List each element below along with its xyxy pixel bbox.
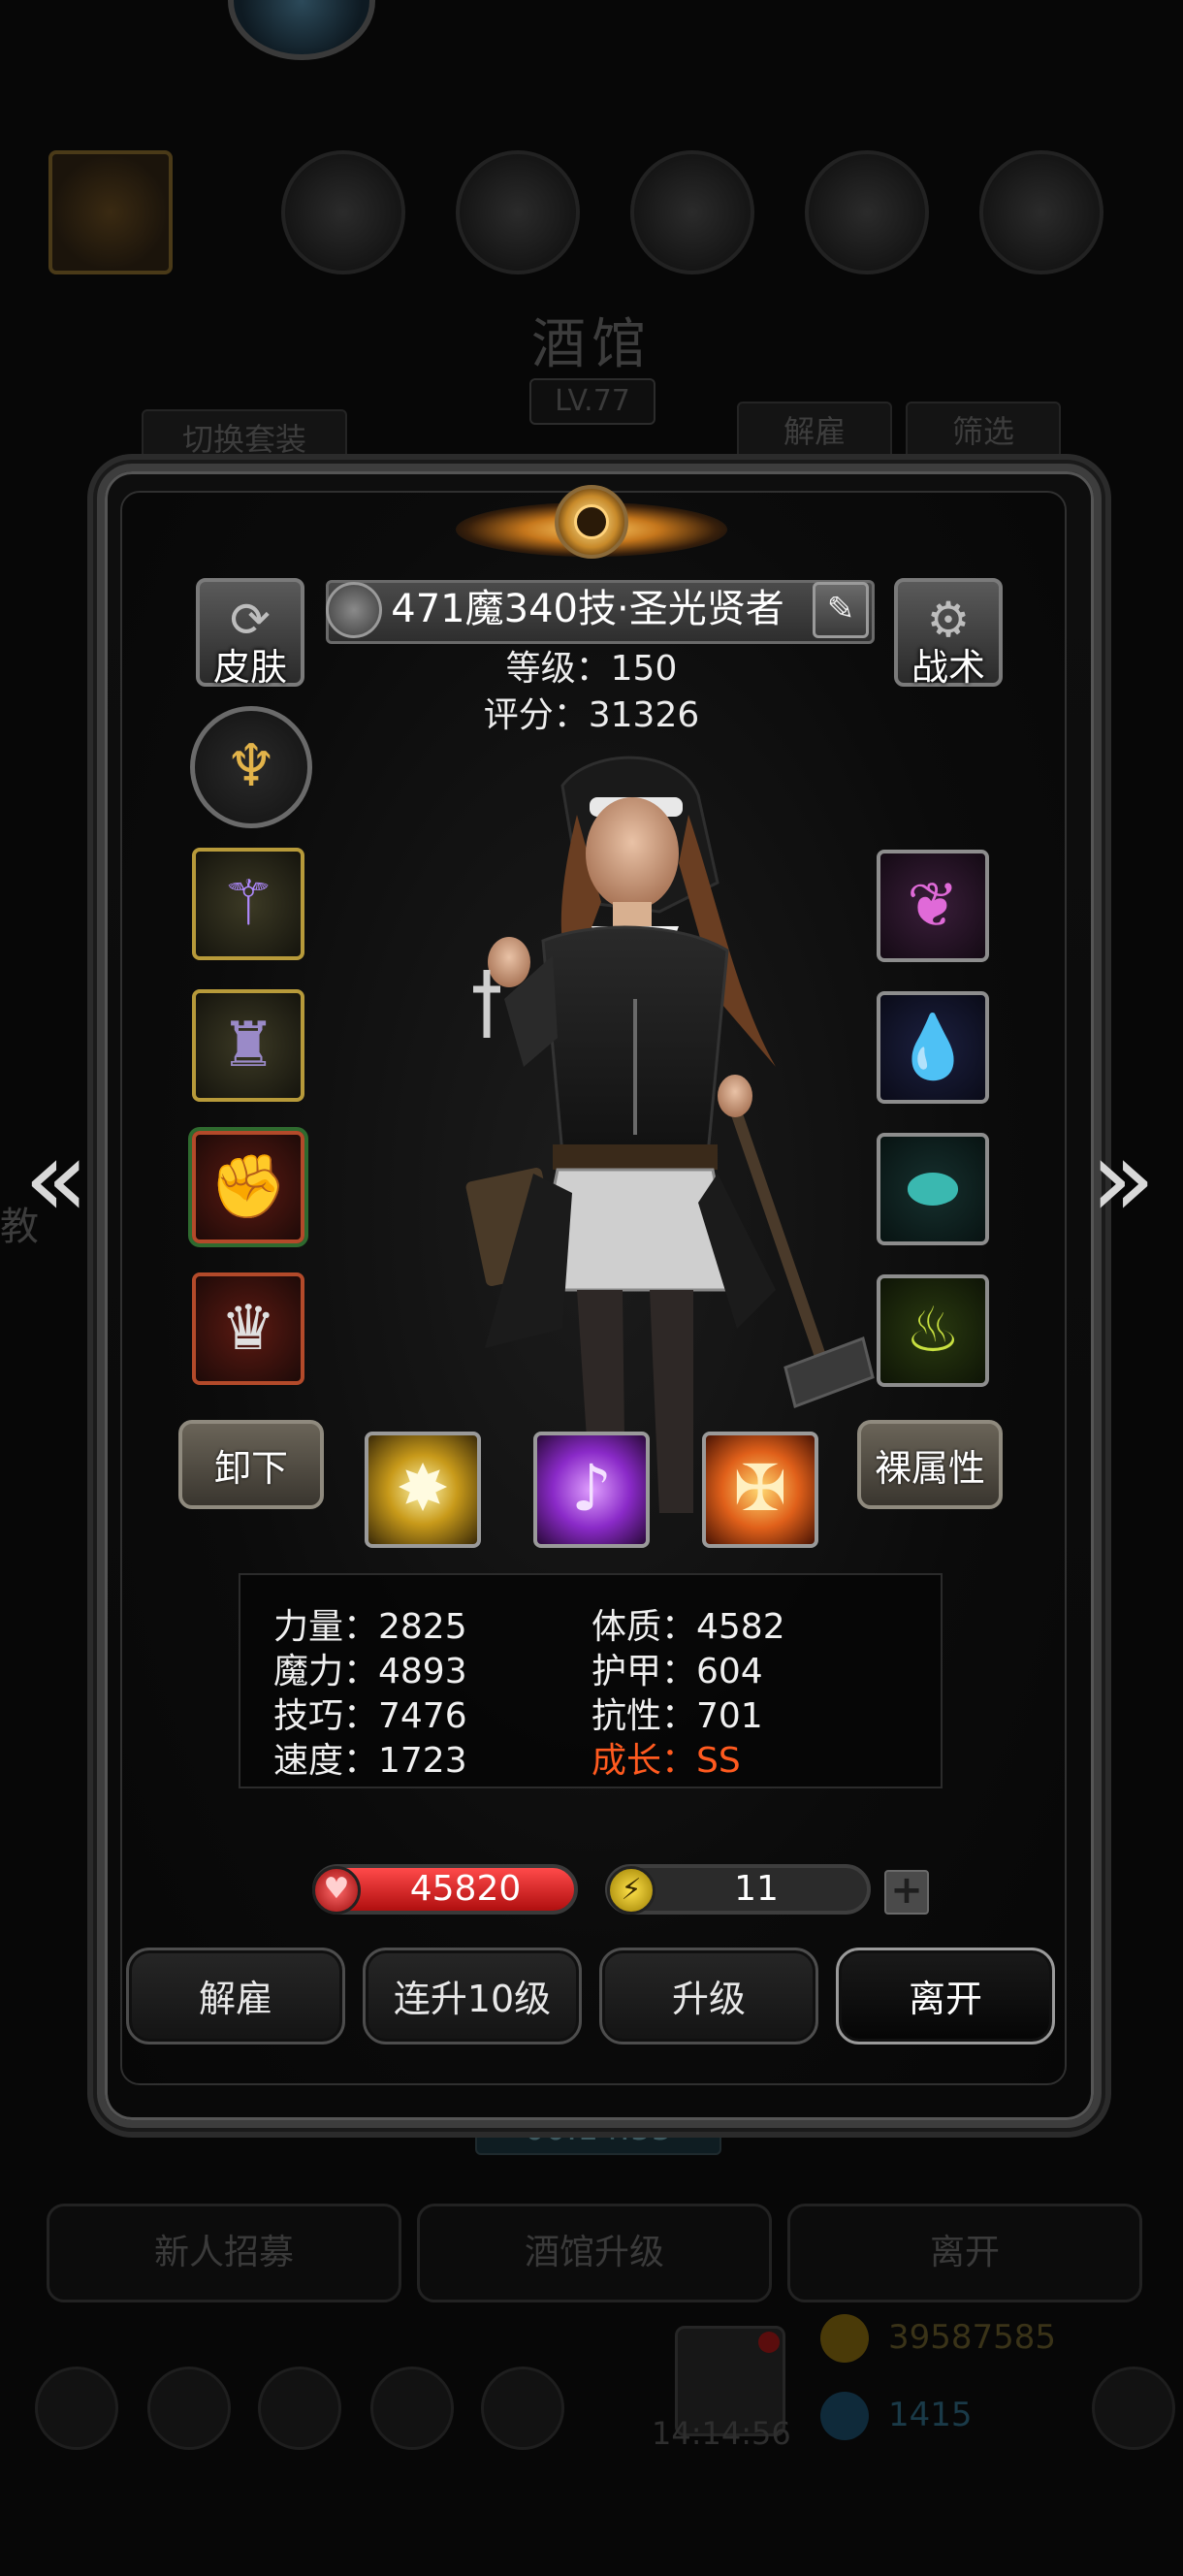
filter-button: 筛选 [906, 402, 1061, 462]
stat-speed: 速度：1723 [273, 1741, 467, 1781]
pencil-icon: ✎ [826, 590, 855, 628]
nav-icon [258, 2367, 341, 2450]
gold-amount: 39587585 [888, 2318, 1057, 2357]
music-note-icon: ♪ [570, 1451, 613, 1526]
background-dismiss-button: 解雇 [737, 402, 892, 462]
weapon-slot[interactable]: ⚚ [192, 848, 304, 960]
stat-constitution: 体质：4582 [592, 1607, 785, 1647]
hp-value: 45820 [409, 1869, 522, 1909]
player-avatar [228, 0, 375, 60]
background-slot [456, 150, 580, 274]
crest-core [574, 504, 609, 539]
edit-name-button[interactable]: ✎ [813, 582, 869, 638]
heart-icon: ♥ [312, 1866, 361, 1915]
nav-icon [481, 2367, 564, 2450]
background-slot [979, 150, 1103, 274]
hero-name: 471魔340技·圣光贤者 [391, 587, 784, 631]
stat-strength: 力量：2825 [273, 1607, 467, 1647]
add-energy-button[interactable]: + [884, 1870, 929, 1915]
background-leave-button: 离开 [787, 2204, 1142, 2302]
wings-icon[interactable]: ♆ [190, 706, 312, 828]
tavern-upgrade-button: 酒馆升级 [417, 2204, 772, 2302]
gem-amount: 1415 [888, 2396, 973, 2434]
next-hero-arrow-icon[interactable]: » [1084, 1125, 1162, 1232]
level-up-10-button[interactable]: 连升10级 [363, 1948, 582, 2045]
robe-icon: ♜ [220, 1010, 276, 1081]
unequip-button[interactable]: 卸下 [178, 1420, 324, 1509]
growth-value: SS [696, 1741, 741, 1781]
gem-icon [820, 2392, 869, 2440]
glove-slot[interactable]: ✊ [192, 1131, 304, 1243]
level-up-button[interactable]: 升级 [599, 1948, 818, 2045]
dismiss-hero-button[interactable]: 解雇 [126, 1948, 345, 2045]
background-slot-bar [39, 136, 1144, 281]
helmet-slot[interactable]: ♛ [192, 1272, 304, 1385]
gauntlet-icon: ✊ [209, 1151, 287, 1223]
leave-button[interactable]: 离开 [836, 1948, 1055, 2045]
helmet-icon: ♛ [220, 1293, 276, 1365]
stat-armor: 护甲：604 [592, 1652, 763, 1691]
hero-figure [465, 756, 875, 1513]
growth-label: 成长： [592, 1741, 697, 1781]
background-slot [48, 150, 173, 274]
clock-text: 14:14:56 [652, 2415, 791, 2452]
skill-slot-2[interactable]: ♪ [533, 1432, 650, 1548]
stat-skill: 技巧：7476 [273, 1696, 467, 1736]
stat-resistance: 抗性：701 [592, 1696, 763, 1736]
energy-value: 11 [734, 1869, 779, 1909]
skin-label: 皮肤 [212, 646, 287, 689]
nav-icon [370, 2367, 454, 2450]
armor-slot[interactable]: ♜ [192, 989, 304, 1102]
background-slot [805, 150, 929, 274]
skill-slot-1[interactable]: ✸ [365, 1432, 481, 1548]
hero-score: 评分：31326 [483, 695, 700, 735]
tactics-label: 战术 [911, 646, 985, 689]
nav-icon [147, 2367, 231, 2450]
tavern-title: 酒馆 [531, 313, 652, 376]
holy-cross-icon: ✠ [733, 1451, 787, 1526]
previous-hero-arrow-icon[interactable]: « [17, 1125, 95, 1232]
staff-icon: ⚚ [220, 868, 276, 940]
stat-magic: 魔力：4893 [273, 1652, 467, 1691]
lightning-icon: ⚡ [607, 1866, 655, 1915]
gold-coin-icon [820, 2314, 869, 2363]
background-slot [630, 150, 754, 274]
notification-dot [758, 2332, 780, 2353]
naked-stats-button[interactable]: 裸属性 [857, 1420, 1003, 1509]
skin-button[interactable]: ⟳ 皮肤 [196, 578, 304, 689]
nav-icon [35, 2367, 118, 2450]
tactics-button[interactable]: ⚙ 战术 [894, 578, 1003, 689]
background-slot [281, 150, 405, 274]
nav-icon [1092, 2367, 1175, 2450]
stat-growth: 成长：SS [592, 1732, 741, 1783]
recruit-button: 新人招募 [47, 2204, 401, 2302]
skill-slot-3[interactable]: ✠ [702, 1432, 818, 1548]
tavern-level: LV.77 [529, 378, 655, 425]
light-burst-icon: ✸ [396, 1451, 450, 1526]
rank-badge-icon [326, 582, 382, 638]
switch-outfit-button: 切换套装 [142, 409, 347, 469]
